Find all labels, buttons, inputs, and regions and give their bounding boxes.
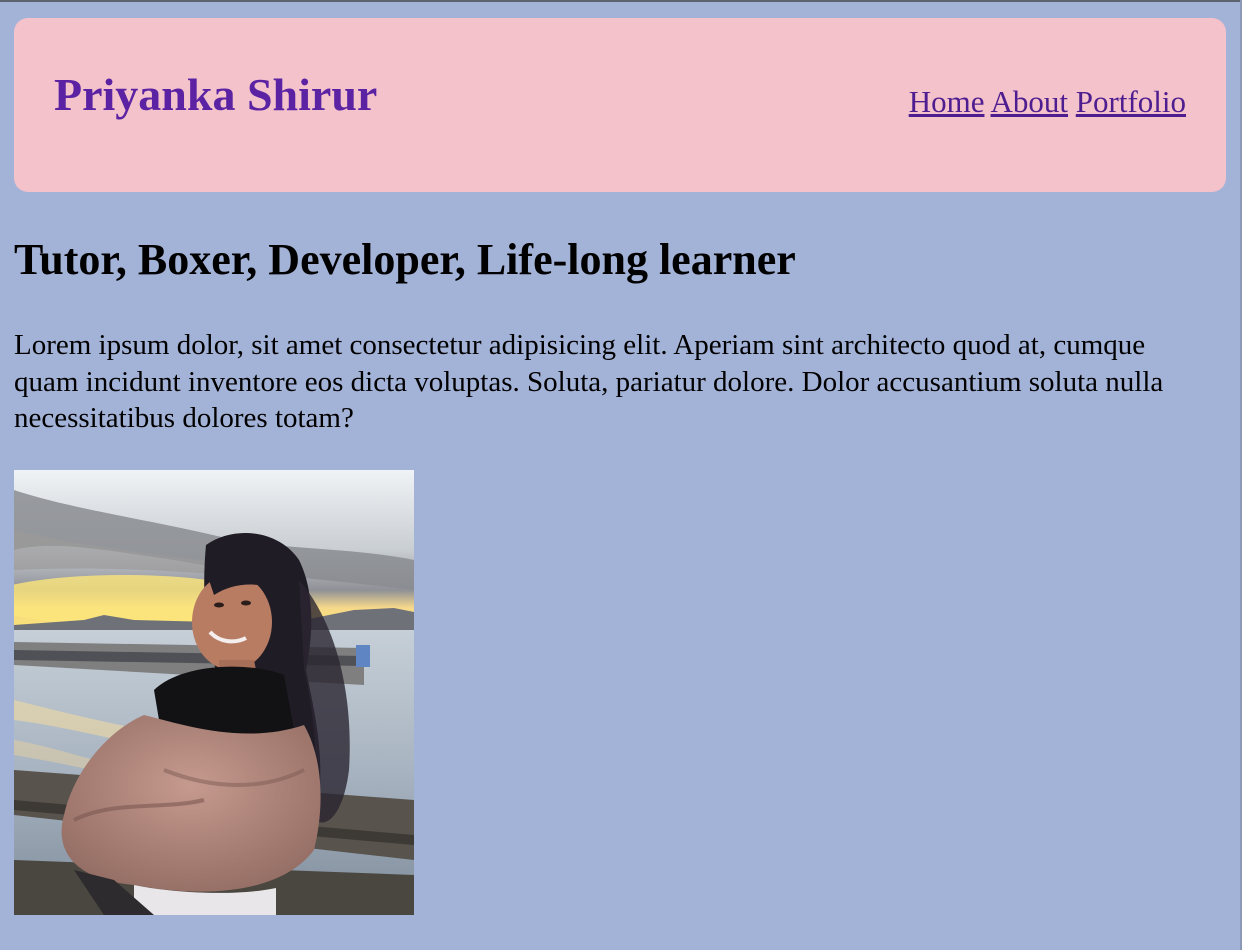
nav-link-portfolio[interactable]: Portfolio	[1076, 84, 1186, 119]
main-nav: Home About Portfolio	[909, 86, 1186, 117]
window-top-edge	[0, 0, 1242, 2]
nav-link-about[interactable]: About	[991, 84, 1069, 119]
nav-link-home[interactable]: Home	[909, 84, 985, 119]
page-headline: Tutor, Boxer, Developer, Life-long learn…	[14, 235, 796, 284]
profile-photo	[14, 470, 414, 915]
site-title: Priyanka Shirur	[54, 69, 378, 120]
site-header: Priyanka Shirur Home About Portfolio	[14, 18, 1226, 192]
intro-paragraph: Lorem ipsum dolor, sit amet consectetur …	[14, 329, 1164, 434]
